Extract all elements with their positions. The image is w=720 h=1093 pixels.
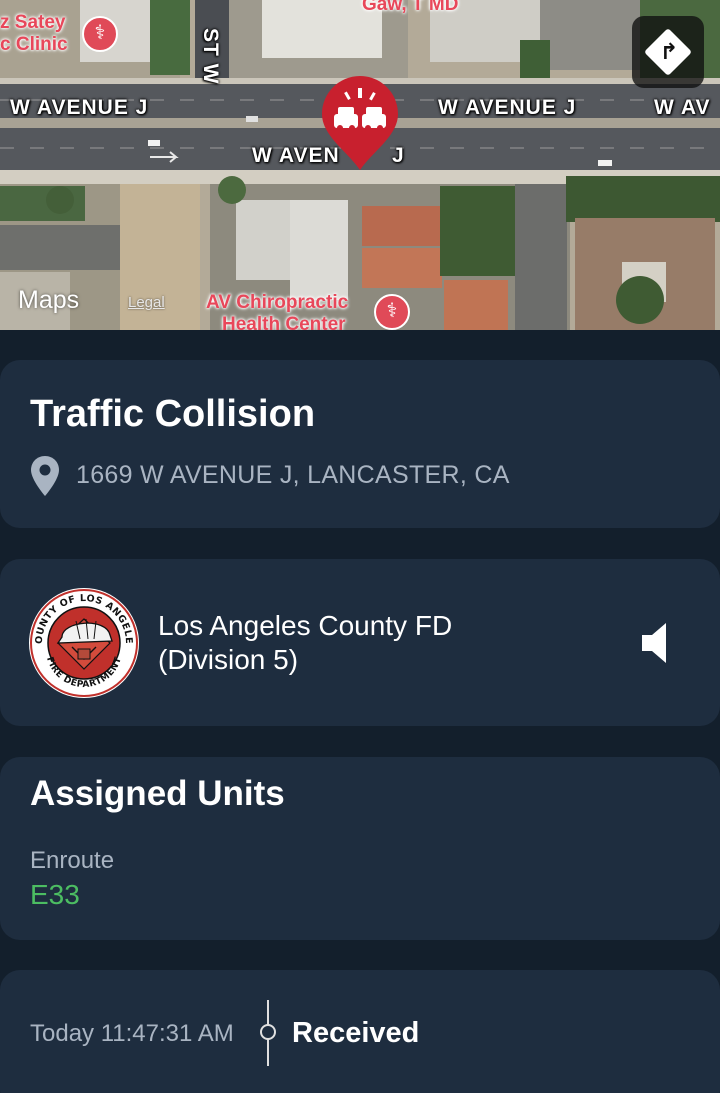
la-county-fire-logo: COUNTY OF LOS ANGELES FIRE DEPARTMENT	[28, 587, 139, 698]
unit-status-label: Enroute	[30, 847, 115, 874]
agency-card[interactable]: COUNTY OF LOS ANGELES FIRE DEPARTMENT Lo…	[0, 559, 720, 726]
collision-icon[interactable]	[320, 74, 400, 172]
timeline-card: Today 11:47:31 AM Received	[0, 970, 720, 1093]
agency-name: Los Angeles County FD (Division 5)	[158, 609, 452, 677]
timeline-dot	[260, 1024, 276, 1040]
timeline-event: Received	[292, 1017, 420, 1049]
assigned-units-card: Assigned Units Enroute E33	[0, 757, 720, 940]
apple-maps-logo: Maps	[18, 286, 79, 315]
poi-label[interactable]: Health Center	[222, 314, 346, 330]
maps-brand-label: Maps	[18, 286, 80, 314]
incident-card: Traffic Collision 1669 W AVENUE J, LANCA…	[0, 360, 720, 528]
agency-name-line1: Los Angeles County FD	[158, 610, 453, 641]
unit-id[interactable]: E33	[30, 879, 80, 911]
street-label-vertical: ST W	[199, 28, 222, 85]
poi-label[interactable]: c Clinic	[0, 34, 68, 55]
street-label: W AVENUE J	[10, 96, 149, 119]
stethoscope-icon[interactable]: ⚕	[374, 294, 410, 330]
speaker-icon[interactable]	[640, 621, 676, 665]
turn-right-arrow-glyph: ↱	[659, 39, 679, 64]
map-view[interactable]: W AVENUE J W AVENUE J W AV W AVEN J ST W…	[0, 0, 720, 330]
location-pin-icon	[31, 456, 59, 496]
legal-link[interactable]: Legal	[128, 294, 165, 311]
stethoscope-icon[interactable]: ⚕	[82, 16, 118, 52]
poi-label[interactable]: AV Chiropractic	[206, 292, 348, 313]
timeline-timestamp: Today 11:47:31 AM	[30, 1020, 234, 1047]
street-label: W AV	[654, 96, 711, 119]
poi-label[interactable]: z Satey	[0, 12, 65, 33]
incident-title: Traffic Collision	[30, 393, 316, 435]
street-label: W AVENUE J	[438, 96, 577, 119]
assigned-units-title: Assigned Units	[30, 774, 285, 813]
agency-name-line2: (Division 5)	[158, 644, 299, 675]
incident-address[interactable]: 1669 W AVENUE J, LANCASTER, CA	[76, 461, 510, 490]
poi-label[interactable]: Gaw, T MD	[362, 0, 458, 15]
directions-button[interactable]: ↱	[632, 16, 704, 88]
